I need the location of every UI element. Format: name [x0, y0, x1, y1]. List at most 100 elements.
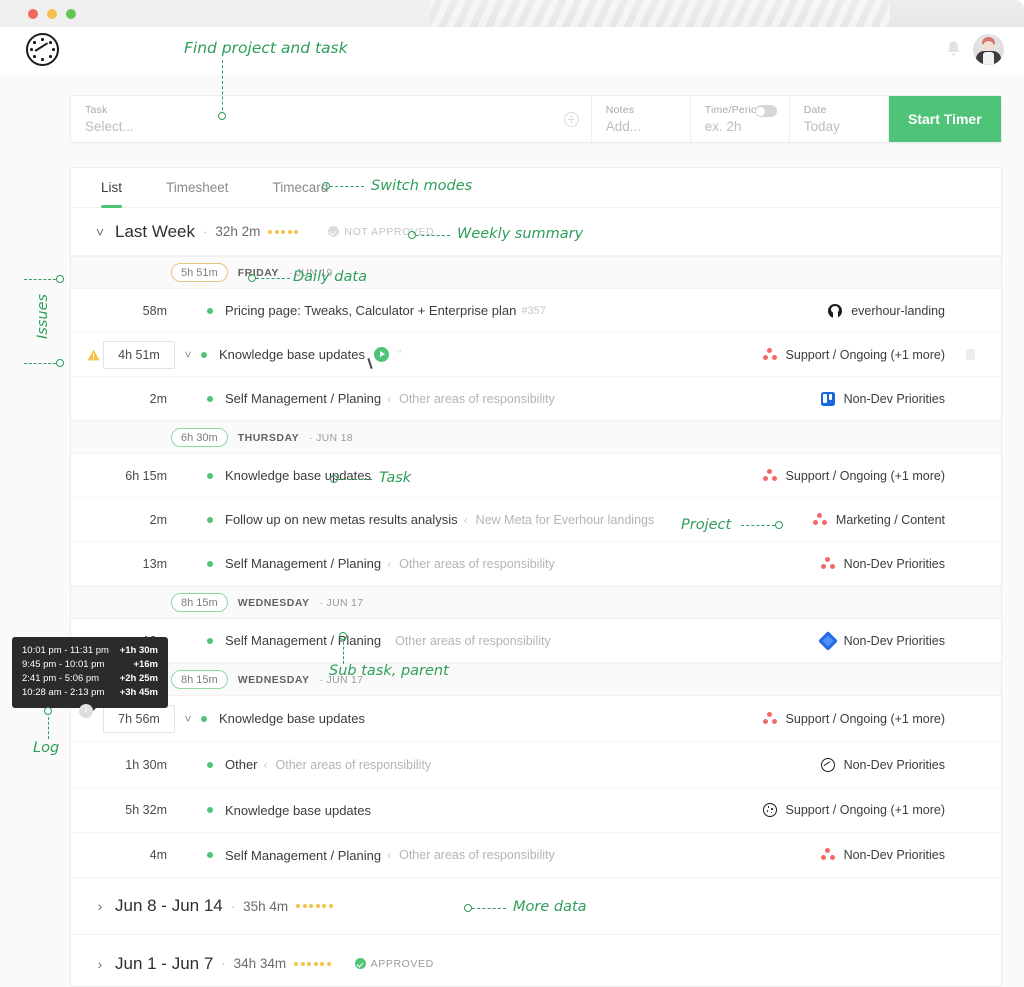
- entry-task-id: #357: [521, 304, 546, 317]
- tab-timesheet[interactable]: Timesheet: [166, 168, 229, 208]
- entry-duration[interactable]: 2m: [71, 392, 181, 406]
- delete-icon[interactable]: [966, 349, 975, 360]
- entry-duration[interactable]: 1h 30m: [71, 758, 181, 772]
- entry-duration[interactable]: 58m: [71, 304, 181, 318]
- entry-duration[interactable]: 2m: [71, 513, 181, 527]
- chevron-right-icon[interactable]: ›: [93, 956, 107, 972]
- entry-task-name[interactable]: Pricing page: Tweaks, Calculator + Enter…: [225, 303, 516, 318]
- entry-duration[interactable]: 4m: [71, 848, 181, 862]
- annotation-subtask: Sub task, parent: [329, 663, 449, 679]
- entry-task-name[interactable]: Knowledge base updates: [219, 711, 365, 726]
- plus-circle-icon[interactable]: [563, 112, 579, 127]
- log-amount: +16m: [133, 659, 158, 670]
- table-row[interactable]: 4m Self Management / Planing ‹ Other are…: [71, 833, 1001, 878]
- logo-pip: [41, 38, 44, 41]
- entry-project-name: Non-Dev Priorities: [843, 633, 945, 648]
- entry-duration[interactable]: 4h 51m: [103, 340, 175, 369]
- entry-duration[interactable]: 13m: [71, 557, 181, 571]
- start-timer-button[interactable]: Start Timer: [888, 96, 1001, 142]
- entry-task-name[interactable]: Other: [225, 757, 258, 772]
- entry-parent-name[interactable]: Other areas of responsibility: [399, 392, 555, 406]
- entry-task-name[interactable]: Knowledge base updates: [219, 347, 365, 362]
- entry-project[interactable]: everhour-landing: [828, 303, 945, 318]
- chevron-right-icon[interactable]: ›: [93, 898, 107, 914]
- table-row[interactable]: 4h 51m ˅ Knowledge base updates ” Suppor…: [71, 333, 1001, 377]
- everhour-logo-icon[interactable]: [26, 33, 59, 66]
- entry-project[interactable]: Support / Ongoing (+1 more): [762, 468, 945, 483]
- list-item: 2:41 pm - 5:06 pm +2h 25m: [22, 672, 158, 686]
- day-date: · JUN 18: [309, 431, 353, 444]
- table-row[interactable]: 58m Pricing page: Tweaks, Calculator + E…: [71, 289, 1001, 333]
- entry-project[interactable]: Support / Ongoing (+1 more): [762, 711, 945, 726]
- chevron-down-icon[interactable]: ˅: [175, 712, 201, 726]
- info-icon[interactable]: [79, 704, 93, 718]
- play-icon[interactable]: [374, 347, 390, 362]
- zoom-button[interactable]: [66, 9, 76, 19]
- entry-project[interactable]: Marketing / Content: [812, 512, 945, 527]
- tab-list[interactable]: List: [101, 168, 123, 208]
- entry-parent-name[interactable]: New Meta for Everhour landings: [476, 513, 655, 527]
- comment-icon[interactable]: ”: [397, 347, 401, 362]
- view-mode-tabs: List Timesheet Timecard: [71, 168, 1001, 208]
- logo-pip: [52, 48, 55, 51]
- entry-parent-name[interactable]: Other areas of responsibility: [276, 758, 432, 772]
- date-field[interactable]: Date Today: [790, 96, 889, 142]
- entry-project-name: Support / Ongoing (+1 more): [785, 711, 945, 726]
- parent-caret-icon: ‹: [387, 391, 392, 406]
- entry-project[interactable]: Non-Dev Priorities: [820, 757, 945, 772]
- annotation-switch-modes: Switch modes: [371, 178, 473, 194]
- entry-task-name[interactable]: Knowledge base updates: [225, 803, 371, 818]
- entry-duration[interactable]: 5h 32m: [71, 803, 181, 817]
- timer-bar: Task Select... Notes Add... Time/Period …: [70, 95, 1002, 143]
- week-separator: ·: [203, 224, 208, 239]
- task-selector[interactable]: Task Select...: [71, 96, 592, 142]
- table-row[interactable]: 7h 56m ˅ Knowledge base updates Support …: [71, 696, 1001, 742]
- table-row[interactable]: 2m Follow up on new metas results analys…: [71, 498, 1001, 542]
- entry-parent-name[interactable]: Other areas of responsibility: [395, 634, 551, 648]
- table-row[interactable]: 1h 30m Other ‹ Other areas of responsibi…: [71, 742, 1001, 788]
- entry-parent-name[interactable]: Other areas of responsibility: [399, 848, 555, 862]
- chevron-down-icon[interactable]: ˅: [175, 348, 201, 362]
- list-item: 10:01 pm - 11:31 pm +1h 30m: [22, 644, 158, 658]
- table-row[interactable]: 2m Self Management / Planing ‹ Other are…: [71, 377, 1001, 421]
- entry-project-name: Non-Dev Priorities: [843, 556, 945, 571]
- asana-icon: [820, 848, 835, 862]
- entry-project-name: Non-Dev Priorities: [843, 391, 945, 406]
- date-field-label: Date: [803, 104, 827, 116]
- day-name: THURSDAY: [237, 431, 300, 444]
- status-badge: APPROVED: [354, 958, 434, 970]
- entry-project[interactable]: Non-Dev Priorities: [820, 848, 945, 862]
- entry-task-name[interactable]: Self Management / Planing: [225, 633, 381, 648]
- table-row[interactable]: 5h 32m Knowledge base updates Support / …: [71, 788, 1001, 833]
- minimize-button[interactable]: [47, 9, 57, 19]
- avatar-shirt: [983, 52, 994, 65]
- table-row[interactable]: 6h 15m Knowledge base updates Support / …: [71, 454, 1001, 498]
- week-header-jun1-jun7[interactable]: › Jun 1 - Jun 7 · 34h 34m APPROVED: [71, 935, 1001, 987]
- entry-duration[interactable]: 7h 56m: [103, 704, 175, 733]
- entry-task-name[interactable]: Follow up on new metas results analysis: [225, 512, 458, 527]
- entry-project[interactable]: Non-Dev Priorities: [820, 391, 945, 406]
- bell-icon[interactable]: [945, 40, 962, 57]
- entry-project[interactable]: Non-Dev Priorities: [817, 630, 945, 651]
- entry-duration[interactable]: 6h 15m: [71, 469, 181, 483]
- entry-parent-name[interactable]: Other areas of responsibility: [399, 557, 555, 571]
- entry-task-name[interactable]: Self Management / Planing: [225, 391, 381, 406]
- close-button[interactable]: [28, 9, 38, 19]
- asana-icon: [762, 347, 777, 362]
- notes-field[interactable]: Notes Add...: [592, 96, 691, 142]
- annotation-log: Log: [33, 740, 60, 756]
- entry-project[interactable]: Non-Dev Priorities: [820, 556, 945, 571]
- time-period-field[interactable]: Time/Period ex. 2h: [691, 96, 790, 142]
- entry-task-name[interactable]: Self Management / Planing: [225, 848, 381, 863]
- chevron-down-icon[interactable]: ˅: [93, 224, 107, 240]
- table-row[interactable]: 13m Self Management / Planing ‹ Other ar…: [71, 542, 1001, 586]
- jira-icon: [817, 630, 838, 651]
- entry-project[interactable]: Support / Ongoing (+1 more): [762, 803, 945, 817]
- time-period-toggle[interactable]: [754, 105, 777, 117]
- user-avatar[interactable]: [973, 34, 1004, 65]
- entry-project[interactable]: Support / Ongoing (+1 more): [762, 347, 945, 362]
- logo-pip: [33, 41, 36, 44]
- table-row[interactable]: 13m Self Management / Planing Other area…: [71, 619, 1001, 663]
- tab-timecard[interactable]: Timecard: [273, 168, 329, 208]
- entry-task-name[interactable]: Self Management / Planing: [225, 556, 381, 571]
